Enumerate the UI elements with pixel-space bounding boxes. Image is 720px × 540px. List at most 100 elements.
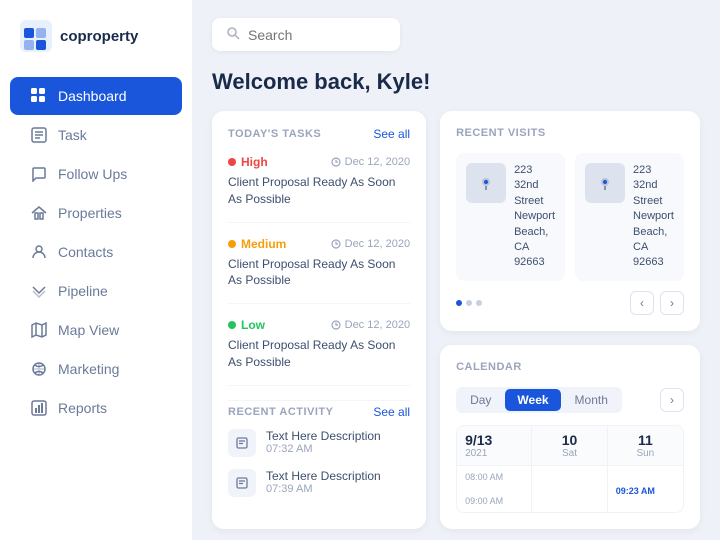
activity-content: Text Here Description 07:39 AM (266, 469, 381, 495)
search-bar[interactable] (212, 18, 400, 51)
cal-col-header: 11 Sun (608, 426, 683, 466)
marketing-icon (30, 360, 48, 378)
sidebar-item-label: Dashboard (58, 88, 127, 104)
priority-badge-medium: Medium (228, 237, 286, 251)
sidebar-item-task[interactable]: Task (10, 116, 182, 154)
cal-col-header: 10 Sat (532, 426, 607, 466)
cal-date: 9/13 (465, 432, 523, 448)
next-button[interactable]: › (660, 291, 684, 315)
calendar-card-header: CALENDAR (456, 361, 684, 373)
prev-button[interactable]: ‹ (630, 291, 654, 315)
cal-day: Sun (616, 448, 675, 459)
calendar-section-title: CALENDAR (456, 361, 522, 373)
calendar-header-row: 9/13 2021 10 Sat 11 Sun (457, 426, 683, 466)
tasks-see-all[interactable]: See all (373, 127, 410, 141)
task-item: Medium Dec 12, 2020 Client Proposal Read… (228, 237, 410, 305)
sidebar-item-label: Pipeline (58, 283, 108, 299)
cal-year: 2021 (465, 448, 523, 459)
activity-time: 07:39 AM (266, 483, 381, 495)
cal-empty-slot (540, 472, 598, 486)
sidebar-item-label: Contacts (58, 244, 113, 260)
dot-medium (228, 240, 236, 248)
calendar-body-row: 08:00 AM 09:00 AM 09:23 AM (457, 466, 683, 512)
sidebar-item-label: Marketing (58, 361, 119, 377)
cal-day: Sat (540, 448, 598, 459)
sidebar-nav: Dashboard Task Follow Ups (0, 76, 192, 428)
content-grid: TODAY'S TASKS See all High Dec 12, (212, 111, 700, 529)
task-icon (30, 126, 48, 144)
sidebar-item-mapview[interactable]: Map View (10, 311, 182, 349)
tab-day[interactable]: Day (458, 389, 503, 411)
sidebar-item-followups[interactable]: Follow Ups (10, 155, 182, 193)
activity-text: Text Here Description (266, 469, 381, 483)
visit-dots (456, 300, 482, 306)
task-item: Low Dec 12, 2020 Client Proposal Ready A… (228, 318, 410, 386)
activity-time: 07:32 AM (266, 443, 381, 455)
cal-event: 09:23 AM (616, 486, 675, 496)
priority-label: Low (241, 318, 265, 332)
dot-high (228, 158, 236, 166)
sidebar-item-dashboard[interactable]: Dashboard (10, 77, 182, 115)
reports-icon (30, 399, 48, 417)
sidebar-item-marketing[interactable]: Marketing (10, 350, 182, 388)
task-meta: Medium Dec 12, 2020 (228, 237, 410, 251)
followups-icon (30, 165, 48, 183)
activity-content: Text Here Description 07:32 AM (266, 429, 381, 455)
cal-body-col: 09:23 AM (608, 466, 683, 512)
task-date: Dec 12, 2020 (331, 156, 410, 168)
mapview-icon (30, 321, 48, 339)
task-date: Dec 12, 2020 (331, 238, 410, 250)
task-description: Client Proposal Ready As Soon As Possibl… (228, 337, 410, 371)
search-icon (226, 26, 240, 43)
calendar-grid: 9/13 2021 10 Sat 11 Sun (456, 425, 684, 513)
sidebar-item-reports[interactable]: Reports (10, 389, 182, 427)
logo-icon (20, 20, 52, 52)
sidebar-item-label: Reports (58, 400, 107, 416)
visit-card: 223 32nd Street Newport Beach, CA 92663 (456, 153, 565, 281)
recent-visits-card: RECENT VISITS 223 32nd Street (440, 111, 700, 331)
visit-nav: ‹ › (456, 291, 684, 315)
dot (466, 300, 472, 306)
search-input[interactable] (248, 27, 386, 43)
visit-card: 223 32nd Street Newport Beach, CA 92663 (575, 153, 684, 281)
tab-month[interactable]: Month (563, 389, 620, 411)
activity-item: Text Here Description 07:32 AM (228, 429, 410, 457)
properties-icon (30, 204, 48, 222)
visits-section-title: RECENT VISITS (456, 127, 546, 139)
cal-date: 10 (540, 432, 598, 448)
sidebar-item-pipeline[interactable]: Pipeline (10, 272, 182, 310)
priority-label: High (241, 155, 268, 169)
task-meta: High Dec 12, 2020 (228, 155, 410, 169)
task-meta: Low Dec 12, 2020 (228, 318, 410, 332)
sidebar: coproperty Dashboard (0, 0, 192, 540)
task-date: Dec 12, 2020 (331, 319, 410, 331)
activity-text: Text Here Description (266, 429, 381, 443)
dot (476, 300, 482, 306)
sidebar-item-label: Follow Ups (58, 166, 127, 182)
activity-see-all[interactable]: See all (373, 405, 410, 419)
cal-tab-group: Day Week Month (456, 387, 622, 413)
time-label: 08:00 AM (465, 472, 523, 482)
cal-body-col: 08:00 AM 09:00 AM (457, 466, 532, 512)
calendar-tabs: Day Week Month › (456, 387, 684, 413)
activity-card-header: RECENT ACTIVITY See all (228, 405, 410, 419)
activity-item: Text Here Description 07:39 AM (228, 469, 410, 497)
logo-text: coproperty (60, 28, 138, 45)
visits-grid: 223 32nd Street Newport Beach, CA 92663 (456, 153, 684, 281)
tab-week[interactable]: Week (505, 389, 560, 411)
pipeline-icon (30, 282, 48, 300)
sidebar-item-properties[interactable]: Properties (10, 194, 182, 232)
dot-low (228, 321, 236, 329)
activity-section-title: RECENT ACTIVITY (228, 406, 334, 418)
visit-map-thumbnail (466, 163, 506, 203)
activity-icon (228, 429, 256, 457)
priority-badge-high: High (228, 155, 268, 169)
sidebar-item-contacts[interactable]: Contacts (10, 233, 182, 271)
task-description: Client Proposal Ready As Soon As Possibl… (228, 256, 410, 290)
calendar-nav-arrow[interactable]: › (660, 388, 684, 412)
tasks-card-header: TODAY'S TASKS See all (228, 127, 410, 141)
tasks-section-title: TODAY'S TASKS (228, 128, 321, 140)
cal-col-header: 9/13 2021 (457, 426, 532, 466)
cal-date: 11 (616, 432, 675, 448)
priority-badge-low: Low (228, 318, 265, 332)
